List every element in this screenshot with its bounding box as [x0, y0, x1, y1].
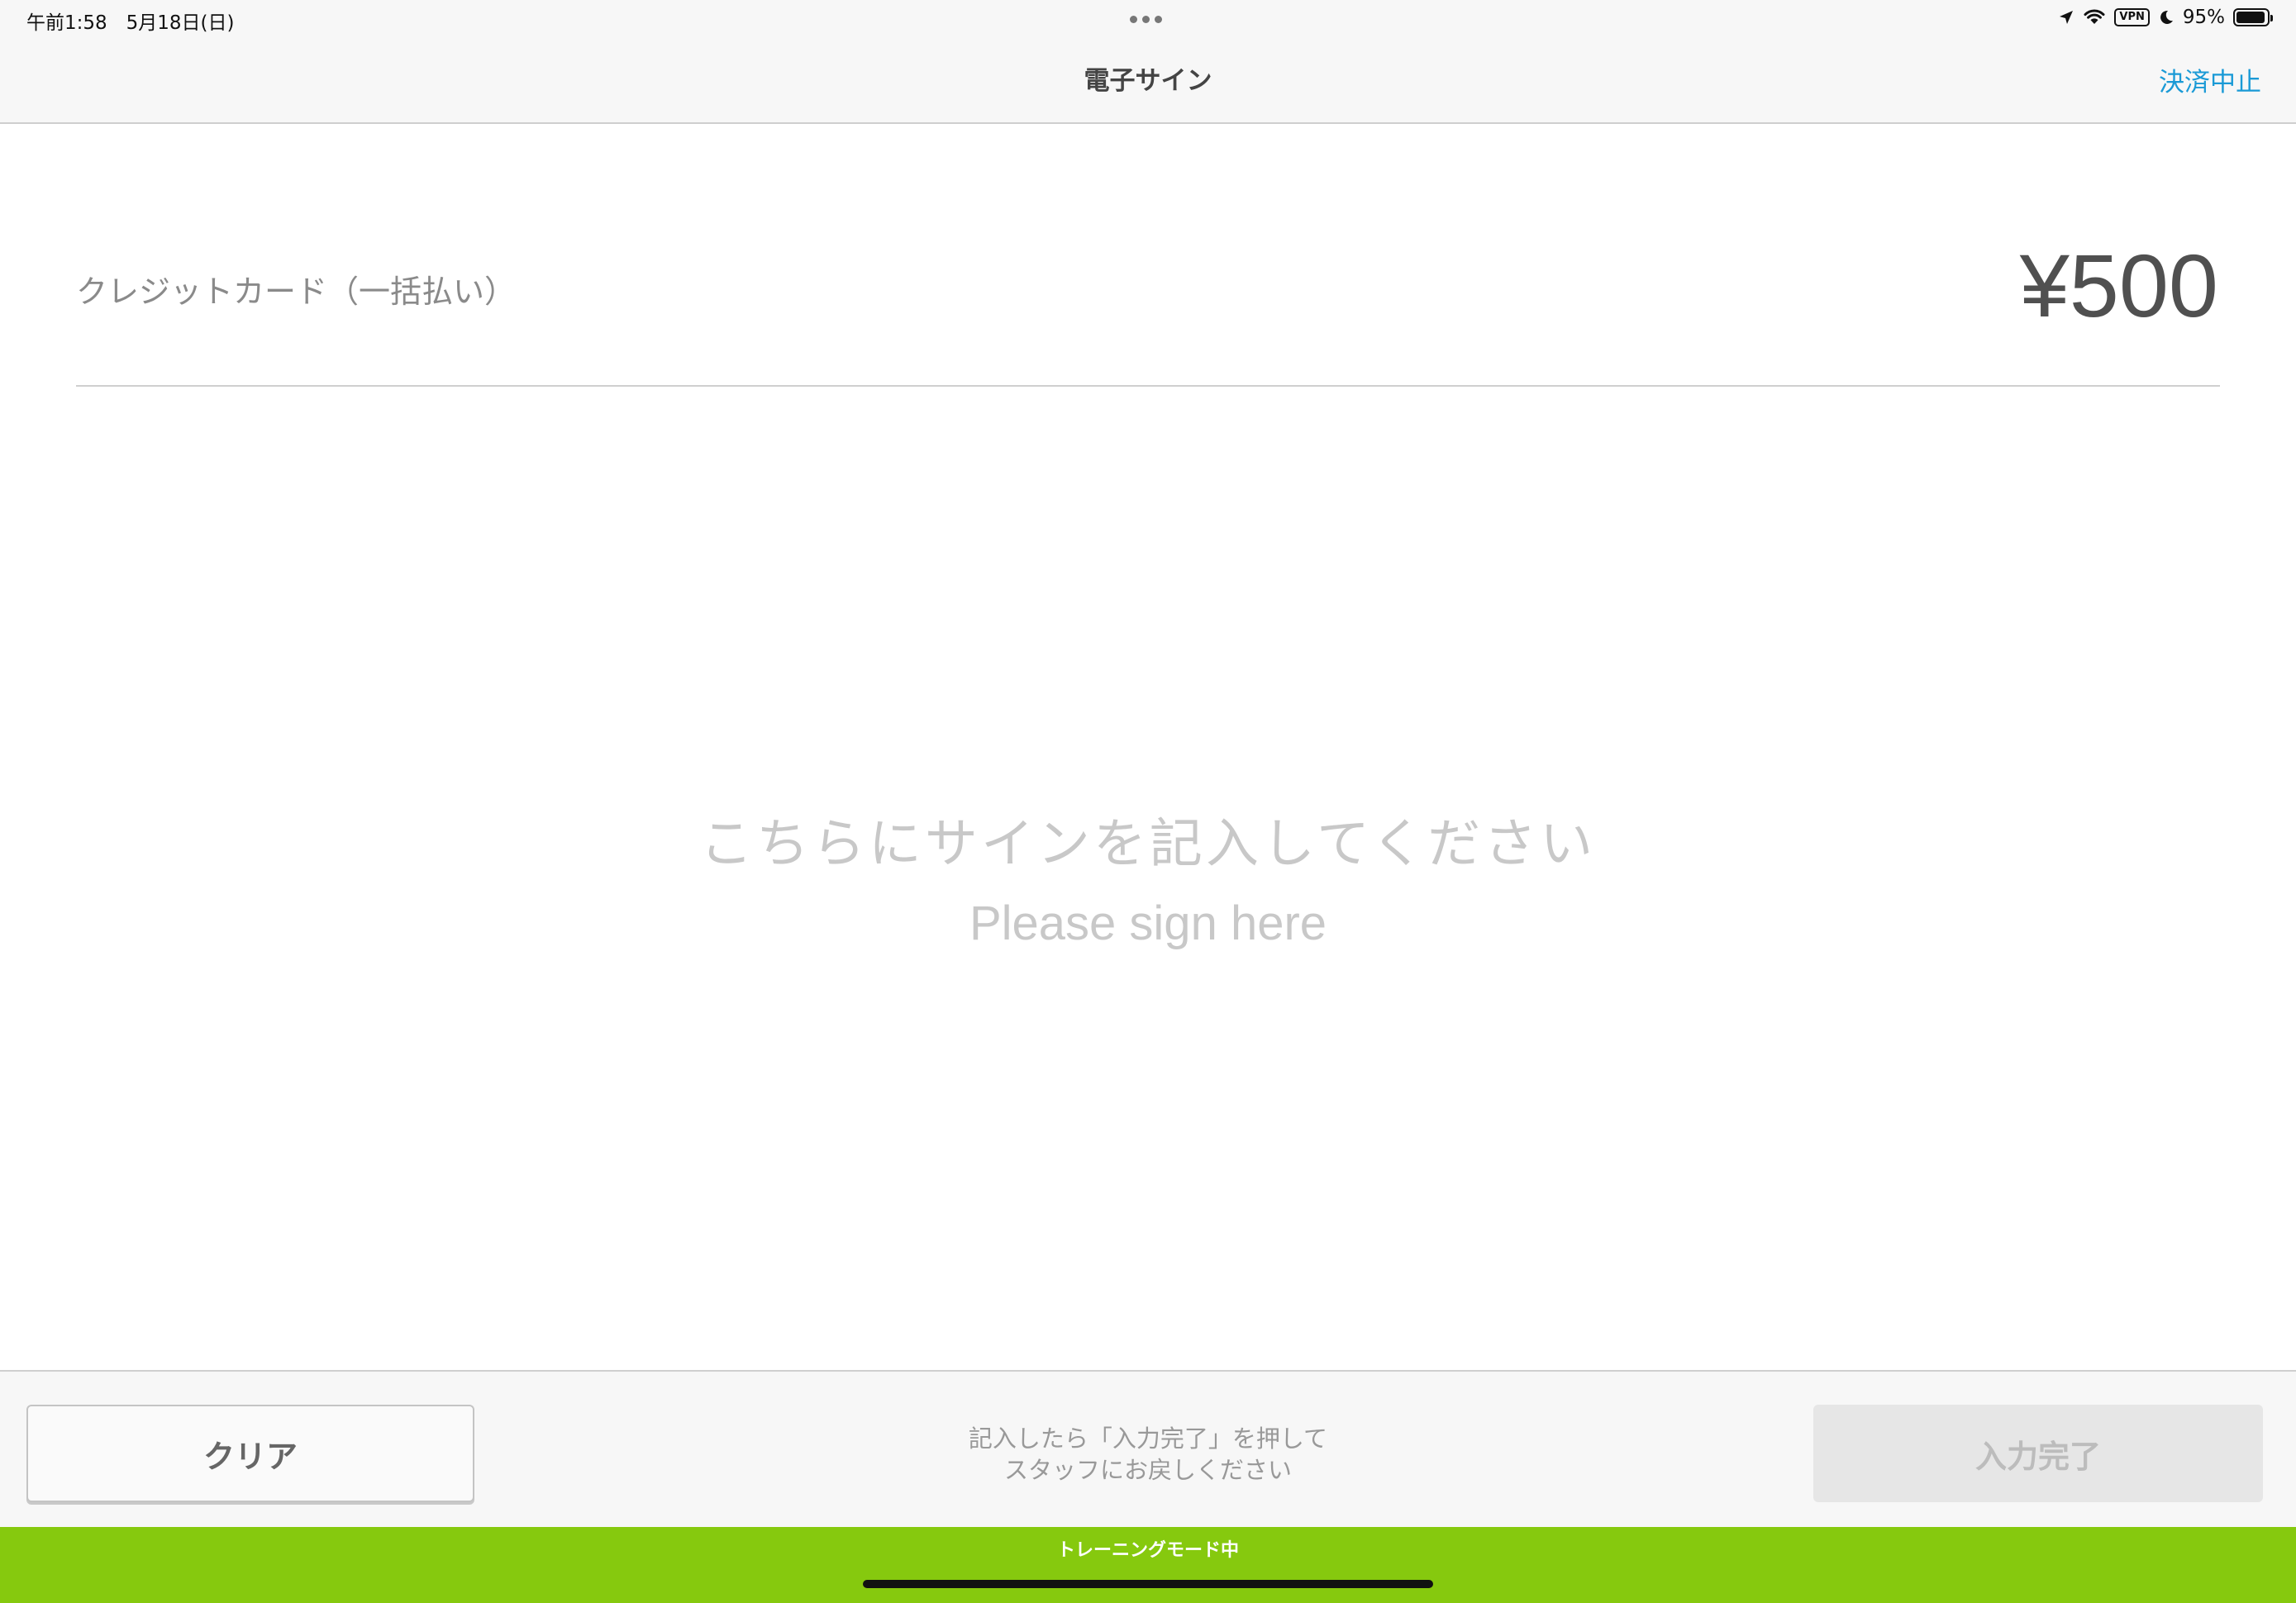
cancel-payment-button[interactable]: 決済中止 [2159, 61, 2261, 98]
wifi-icon [2084, 9, 2105, 24]
battery-icon [2233, 8, 2273, 26]
divider [76, 385, 2220, 387]
signature-pad[interactable]: こちらにサインを記入してください Please sign here [0, 388, 2296, 1368]
signature-prompt-ja: こちらにサインを記入してください [699, 814, 1597, 875]
vpn-badge: VPN [2114, 8, 2150, 26]
status-indicators: VPN 95% [2058, 7, 2273, 28]
battery-percentage: 95% [2182, 7, 2225, 28]
training-mode-label: トレーニングモード中 [1056, 1540, 1239, 1561]
bottom-toolbar: クリア 記入したら「入力完了」を押して スタッフにお戻しください 入力完了 [0, 1370, 2296, 1529]
home-indicator[interactable] [863, 1580, 1433, 1588]
multitasking-dots-icon[interactable] [1130, 16, 1162, 23]
signature-prompt-en: Please sign here [969, 897, 1327, 950]
payment-amount: ¥500 [2019, 235, 2218, 335]
training-mode-banner: トレーニングモード中 [0, 1527, 2296, 1603]
location-arrow-icon [2060, 11, 2074, 24]
screen: 午前1:58 5月18日(日) VPN 95% 電子サイン 決済中止 クレジット… [0, 0, 2296, 1603]
moon-icon [2160, 10, 2173, 24]
navigation-bar: 午前1:58 5月18日(日) VPN 95% 電子サイン 決済中止 [0, 0, 2296, 124]
status-time-date: 午前1:58 5月18日(日) [26, 12, 235, 34]
page-title: 電子サイン [1084, 66, 1212, 96]
input-complete-button[interactable]: 入力完了 [1813, 1405, 2263, 1502]
payment-method-label: クレジットカード（一括払い） [76, 274, 517, 310]
